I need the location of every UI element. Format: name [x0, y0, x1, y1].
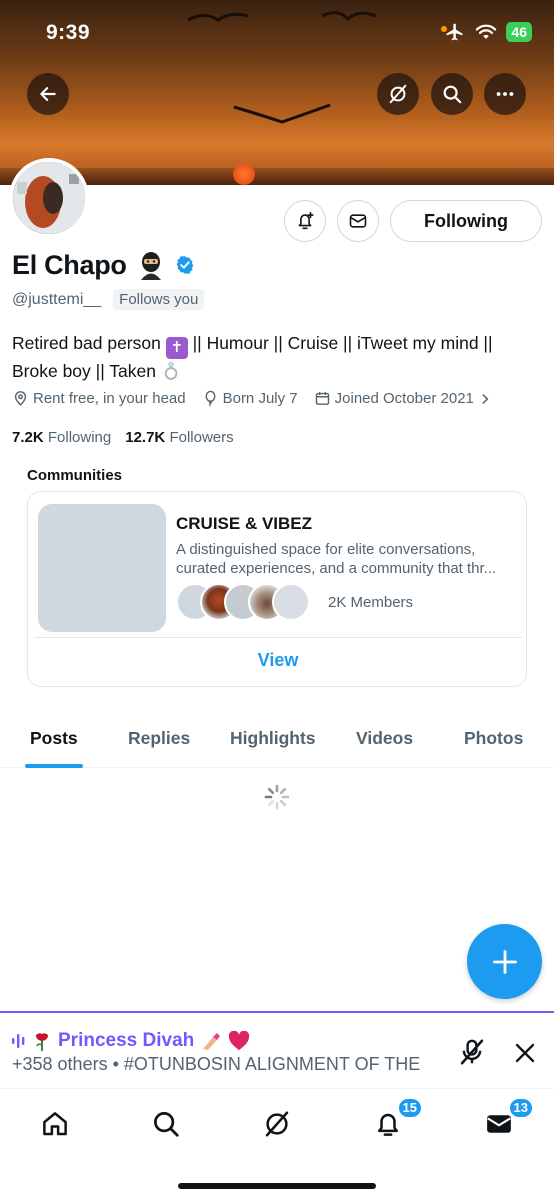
- home-icon: [43, 1112, 67, 1136]
- audio-bars-icon: [12, 1034, 25, 1048]
- handle: @justtemi__: [12, 290, 102, 308]
- heart-emoji-icon: [229, 1031, 250, 1051]
- arrow-left-icon: [40, 87, 56, 101]
- nav-search[interactable]: [149, 1107, 183, 1141]
- handle-row: @justtemi__ Follows you: [12, 289, 205, 310]
- wifi-icon: [476, 24, 497, 39]
- bio: Retired bad person ✝ || Humour || Cruise…: [12, 331, 532, 384]
- messages-badge: 13: [507, 1097, 534, 1119]
- latin-cross-emoji-icon: ✝: [165, 337, 188, 359]
- display-name: El Chapo: [12, 249, 127, 280]
- space-subtitle: +358 others • #OTUNBOSIN ALIGNMENT OF TH…: [12, 1054, 421, 1074]
- community-card[interactable]: CRUISE & VIBEZ A distinguished space for…: [27, 491, 527, 687]
- ring-emoji-icon: [164, 362, 178, 380]
- birthday-item: Born July 7: [202, 390, 298, 407]
- microphone-muted-icon[interactable]: [457, 1037, 487, 1067]
- nav-messages[interactable]: 13: [482, 1097, 534, 1141]
- location-item: Rent free, in your head: [12, 390, 186, 407]
- location-pin-icon: [14, 391, 27, 406]
- search-icon: [154, 1112, 179, 1137]
- communities-heading: Communities: [27, 467, 123, 484]
- followers-label: Followers: [169, 429, 234, 446]
- tab-replies[interactable]: Replies: [128, 728, 190, 749]
- more-horizontal-icon: [496, 92, 514, 96]
- community-desc-line-2: curated experiences, and a community tha…: [176, 560, 497, 577]
- search-button[interactable]: [431, 73, 473, 115]
- space-title: Princess Divah: [12, 1030, 250, 1052]
- community-view-button[interactable]: View: [28, 650, 528, 671]
- members-count: 2K Members: [328, 593, 414, 611]
- community-thumbnail: [38, 504, 166, 632]
- nail-polish-emoji-icon: [203, 1033, 221, 1050]
- community-members: 2K Members: [176, 583, 413, 621]
- compose-button[interactable]: [467, 924, 542, 999]
- rose-emoji-icon: [36, 1033, 48, 1051]
- following-count: 7.2K: [12, 429, 44, 446]
- status-time: 9:39: [46, 21, 91, 44]
- joined-item[interactable]: Joined October 2021: [314, 390, 492, 407]
- divider: [34, 637, 522, 638]
- more-button[interactable]: [484, 73, 526, 115]
- joined-text: Joined October 2021: [334, 390, 474, 407]
- followers-stat[interactable]: 12.7K Followers: [125, 429, 233, 446]
- sun: [233, 163, 255, 185]
- community-name: CRUISE & VIBEZ: [176, 514, 313, 533]
- verified-badge-icon: [176, 256, 193, 274]
- ninja-emoji-icon: [140, 252, 161, 280]
- battery-indicator: 46: [506, 22, 532, 42]
- follows-you-badge: Follows you: [113, 289, 205, 310]
- birthday-text: Born July 7: [222, 390, 298, 407]
- tab-posts[interactable]: Posts: [30, 728, 78, 749]
- nav-home[interactable]: [38, 1107, 72, 1141]
- grok-icon: [389, 84, 407, 104]
- avatar-illustration: [13, 162, 85, 234]
- community-description: A distinguished space for elite conversa…: [176, 540, 514, 578]
- search-icon: [443, 85, 462, 104]
- bio-text-1: Retired bad person: [12, 333, 161, 353]
- home-indicator: [178, 1183, 376, 1189]
- close-icon[interactable]: [513, 1041, 537, 1065]
- following-button[interactable]: Following: [390, 200, 542, 242]
- bio-text-3: Broke boy || Taken: [12, 361, 156, 381]
- location-text: Rent free, in your head: [33, 390, 186, 407]
- balloon-icon: [205, 390, 216, 407]
- grok-icon: [265, 1111, 289, 1137]
- following-stat[interactable]: 7.2K Following: [12, 429, 111, 446]
- plus-icon: [492, 949, 517, 974]
- airplane-icon: [447, 23, 463, 41]
- chevron-right-icon: [482, 393, 489, 404]
- tab-videos[interactable]: Videos: [356, 728, 413, 749]
- nav-notifications[interactable]: 15: [371, 1097, 423, 1141]
- grok-button[interactable]: [377, 73, 419, 115]
- loading-spinner-icon: [264, 784, 290, 810]
- back-button[interactable]: [27, 73, 69, 115]
- bell-plus-icon: [298, 211, 314, 230]
- nav-grok[interactable]: [260, 1107, 294, 1141]
- notify-button[interactable]: [284, 200, 326, 242]
- profile-tabs: Posts Replies Highlights Videos Photos: [0, 714, 554, 768]
- calendar-icon: [315, 392, 329, 405]
- follow-stats: 7.2K Following 12.7K Followers: [12, 429, 234, 446]
- profile-meta: Rent free, in your head Born July 7 Join…: [12, 390, 492, 407]
- message-button[interactable]: [337, 200, 379, 242]
- status-bar: 9:39 46: [0, 18, 554, 48]
- envelope-icon: [349, 214, 367, 228]
- profile-name-row: El Chapo: [12, 249, 195, 281]
- following-label: Following: [47, 429, 112, 446]
- member-avatar: [272, 583, 310, 621]
- spaces-dock[interactable]: Princess Divah +358 others • #OTUNBOSIN …: [0, 1011, 554, 1088]
- active-tab-indicator: [25, 764, 83, 768]
- followers-count: 12.7K: [125, 429, 166, 446]
- avatar[interactable]: [9, 158, 89, 238]
- community-desc-line-1: A distinguished space for elite conversa…: [176, 541, 476, 558]
- tab-photos[interactable]: Photos: [464, 728, 523, 749]
- tab-highlights[interactable]: Highlights: [230, 728, 316, 749]
- bio-text-2: || Humour || Cruise || iTweet my mind ||: [192, 333, 493, 353]
- notifications-badge: 15: [396, 1097, 423, 1119]
- space-host-name: Princess Divah: [58, 1030, 195, 1051]
